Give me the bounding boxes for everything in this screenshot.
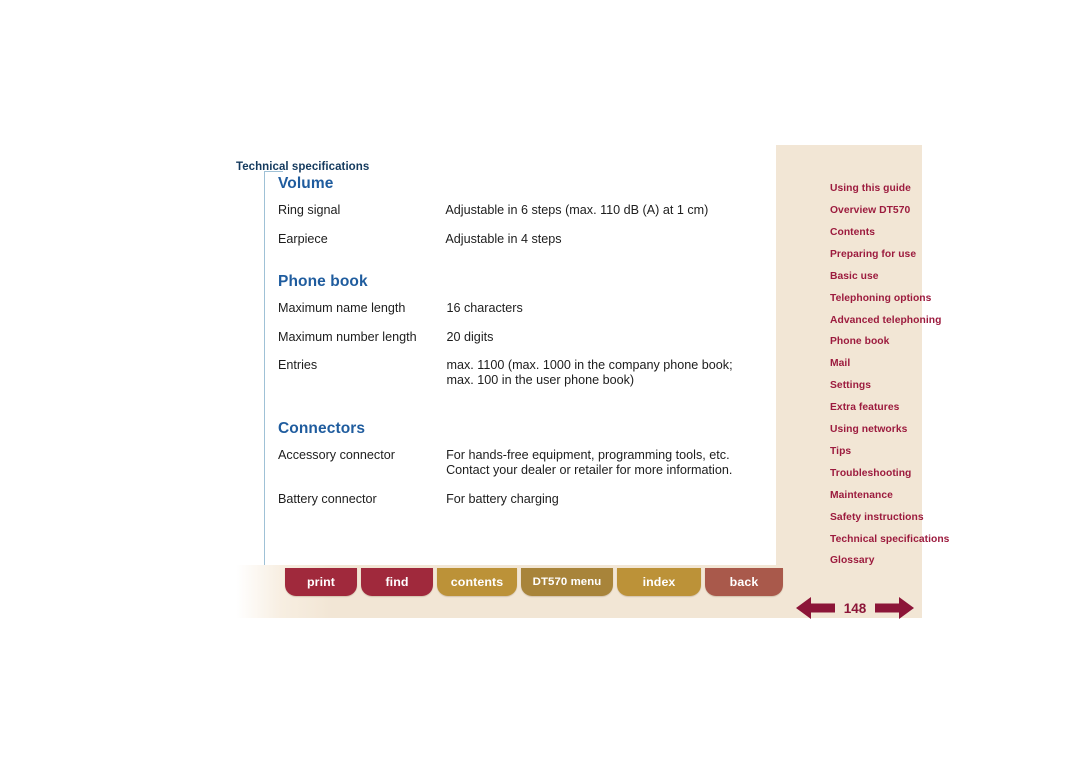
spec-value: 16 characters xyxy=(447,301,775,330)
section-title-volume: Volume xyxy=(278,175,334,192)
sidebar-item-technical-specifications[interactable]: Technical specifications xyxy=(830,534,950,546)
table-row: Accessory connector For hands-free equip… xyxy=(278,448,774,492)
tab-dt570-menu[interactable]: DT570 menu xyxy=(521,568,613,596)
spec-value: Adjustable in 4 steps xyxy=(445,232,774,247)
table-row: Earpiece Adjustable in 4 steps xyxy=(278,232,774,247)
sidebar-item-extra-features[interactable]: Extra features xyxy=(830,402,950,414)
left-arrow-icon[interactable] xyxy=(796,594,835,622)
spec-term: Earpiece xyxy=(278,231,328,246)
running-header: Technical specifications xyxy=(236,161,370,173)
main-content: Volume Ring signal Adjustable in 6 steps… xyxy=(278,175,788,507)
spec-table-volume: Ring signal Adjustable in 6 steps (max. … xyxy=(278,203,774,247)
sidebar-item-basic-use[interactable]: Basic use xyxy=(830,271,950,283)
sidebar-item-mail[interactable]: Mail xyxy=(830,358,950,370)
spec-term: Maximum name length xyxy=(278,300,406,315)
spec-value-line1: For battery charging xyxy=(446,491,559,506)
spec-term: Accessory connector xyxy=(278,448,395,463)
tab-back[interactable]: back xyxy=(705,568,783,596)
spec-table-phone-book: Maximum name length 16 characters Maximu… xyxy=(278,301,774,388)
sidebar-item-tips[interactable]: Tips xyxy=(830,446,950,458)
section-title-phone-book: Phone book xyxy=(278,272,368,290)
sidebar-item-overview-dt570[interactable]: Overview DT570 xyxy=(830,205,950,217)
spec-value: max. 1100 (max. 1000 in the company phon… xyxy=(447,358,775,388)
sidebar-item-maintenance[interactable]: Maintenance xyxy=(830,490,950,502)
sidebar-item-list: Using this guide Overview DT570 Contents… xyxy=(830,183,950,577)
sidebar-item-using-networks[interactable]: Using networks xyxy=(830,424,950,436)
spec-value: Adjustable in 6 steps (max. 110 dB (A) a… xyxy=(445,203,774,232)
spec-term: Entries xyxy=(278,358,318,373)
right-arrow-icon[interactable] xyxy=(875,594,914,622)
page-navigation: 148 xyxy=(796,591,914,625)
table-row: Entries max. 1100 (max. 1000 in the comp… xyxy=(278,358,774,388)
tab-print[interactable]: print xyxy=(285,568,357,596)
page-number: 148 xyxy=(843,600,867,616)
document-page: Technical specifications Volume Ring sig… xyxy=(236,145,949,619)
sidebar-item-using-this-guide[interactable]: Using this guide xyxy=(830,183,950,195)
tab-index[interactable]: index xyxy=(617,568,701,596)
spec-term: Maximum number length xyxy=(278,329,417,344)
sidebar-item-phone-book[interactable]: Phone book xyxy=(830,336,950,348)
footer-toolbar: print find contents DT570 menu index bac… xyxy=(236,565,922,619)
spec-value: 20 digits xyxy=(447,330,775,359)
tab-find[interactable]: find xyxy=(361,568,433,596)
section-title-connectors: Connectors xyxy=(278,420,366,438)
table-row: Battery connector For battery charging xyxy=(278,492,774,507)
table-row: Ring signal Adjustable in 6 steps (max. … xyxy=(278,203,774,232)
spec-term: Ring signal xyxy=(278,203,341,217)
spec-term: Battery connector xyxy=(278,491,377,506)
tab-contents[interactable]: contents xyxy=(437,568,517,596)
sidebar-item-troubleshooting[interactable]: Troubleshooting xyxy=(830,468,950,480)
table-row: Maximum number length 20 digits xyxy=(278,330,774,359)
sidebar-item-settings[interactable]: Settings xyxy=(830,380,950,392)
spec-value-line2: max. 100 in the user phone book) xyxy=(446,373,635,388)
spec-value-line1: 20 digits xyxy=(446,329,494,344)
spec-table-connectors: Accessory connector For hands-free equip… xyxy=(278,448,774,507)
left-rule-decoration xyxy=(264,171,265,565)
spec-value-line1: Adjustable in 6 steps (max. 110 dB (A) a… xyxy=(445,203,709,217)
spec-value-line1: For hands-free equipment, programming to… xyxy=(446,448,730,463)
spec-value-line2: Contact your dealer or retailer for more… xyxy=(446,463,733,478)
sidebar-item-telephoning-options[interactable]: Telephoning options xyxy=(830,293,950,305)
spec-value-line1: Adjustable in 4 steps xyxy=(445,231,562,246)
sidebar-item-preparing-for-use[interactable]: Preparing for use xyxy=(830,249,950,261)
sidebar-item-safety-instructions[interactable]: Safety instructions xyxy=(830,512,950,524)
spec-value-line1: 16 characters xyxy=(446,300,523,315)
sidebar-item-contents[interactable]: Contents xyxy=(830,227,950,239)
sidebar-item-advanced-telephoning[interactable]: Advanced telephoning xyxy=(830,315,950,327)
table-row: Maximum name length 16 characters xyxy=(278,301,774,330)
spec-value: For hands-free equipment, programming to… xyxy=(446,448,774,492)
spec-value: For battery charging xyxy=(446,492,774,507)
spec-value-line1: max. 1100 (max. 1000 in the company phon… xyxy=(446,358,733,373)
navigation-sidebar: Using this guide Overview DT570 Contents… xyxy=(776,145,949,618)
tab-bar: print find contents DT570 menu index bac… xyxy=(285,568,783,598)
